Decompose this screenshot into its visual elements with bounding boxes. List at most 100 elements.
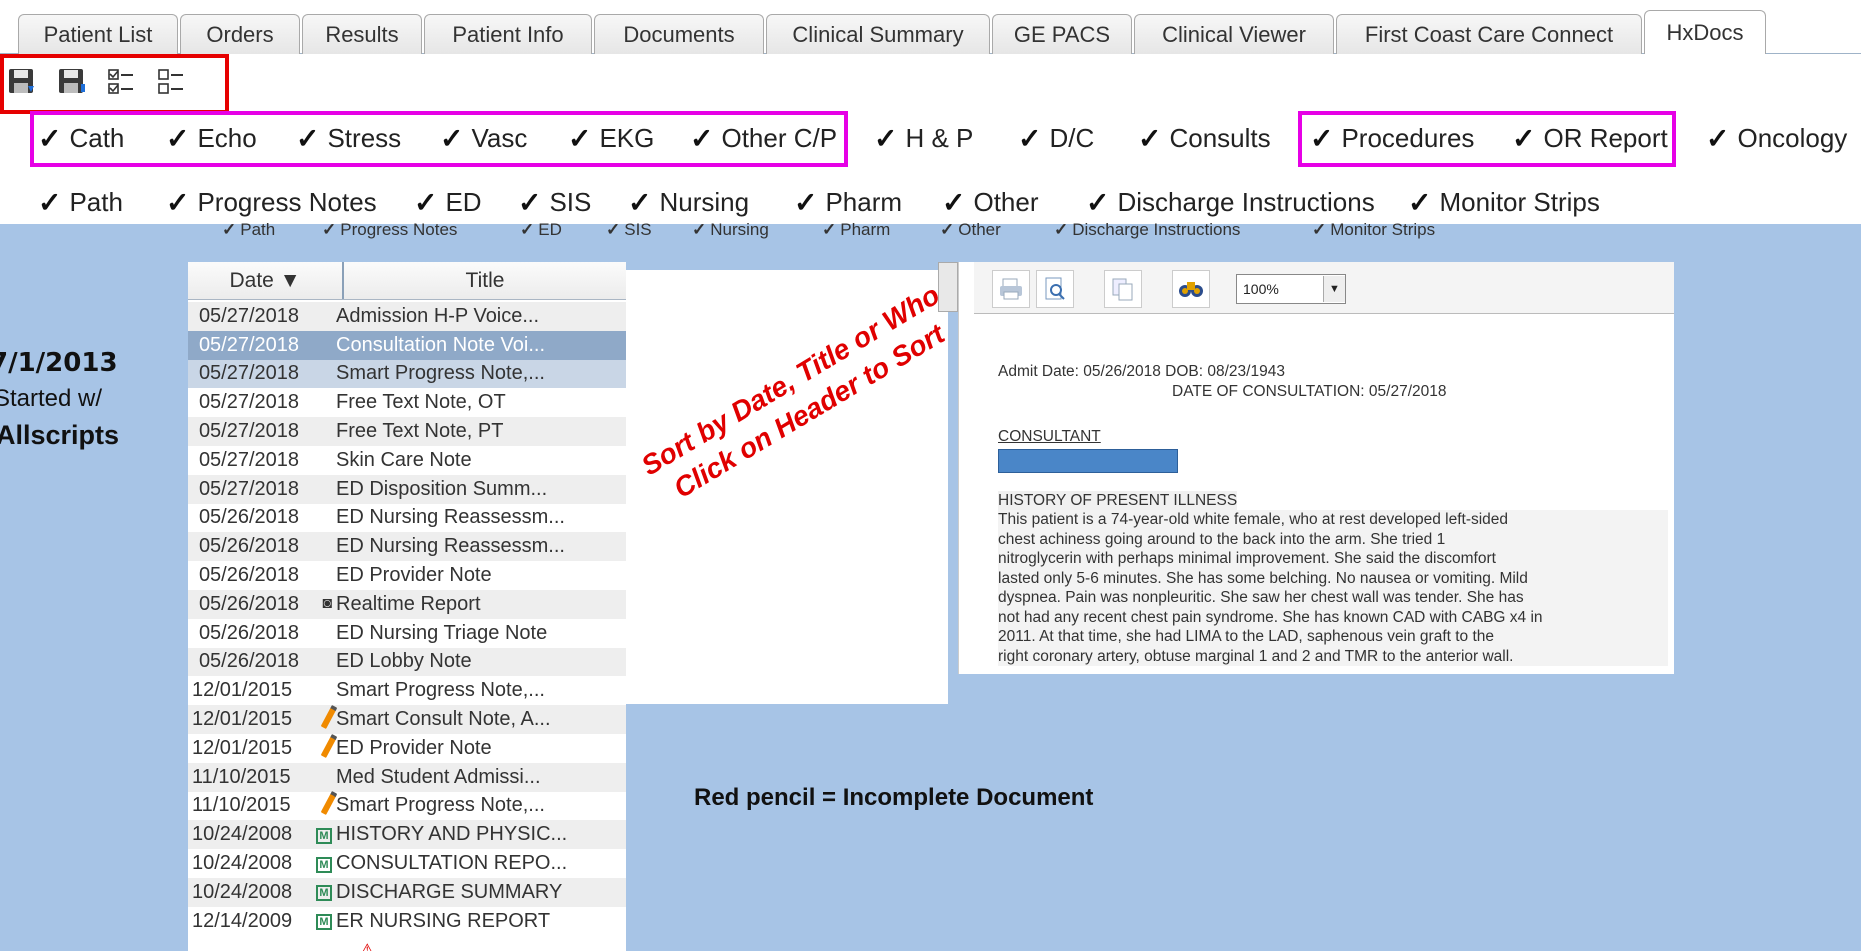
filter-progress-notes[interactable]: ✓ Progress Notes <box>166 186 377 219</box>
filter-other[interactable]: ✓ Other <box>942 186 1039 219</box>
filter-h-and-p[interactable]: ✓ H & P <box>874 122 973 155</box>
document-row[interactable]: 12/01/2015 Smart Consult Note, A... <box>188 705 626 734</box>
document-date: 05/27/2018 <box>198 477 300 500</box>
document-row[interactable]: 12/01/2015 Smart Progress Note,... <box>188 676 626 705</box>
filter-dc[interactable]: ✓ D/C <box>1018 122 1094 155</box>
check-icon: ✓ <box>440 123 464 154</box>
filter-monitor-strips[interactable]: ✓ Monitor Strips <box>1408 186 1600 219</box>
tab-documents[interactable]: Documents <box>594 14 764 54</box>
document-title: Smart Progress Note,... <box>336 679 545 702</box>
document-row[interactable]: 10/24/2008 M HISTORY AND PHYSIC... <box>188 820 626 850</box>
pencil-icon <box>310 733 338 763</box>
document-row[interactable]: 05/26/2018 ED Nursing Triage Note <box>188 619 626 648</box>
small-filter-pharm[interactable]: ✓ Pharm <box>822 220 890 240</box>
document-date: 05/26/2018 <box>198 592 300 615</box>
document-title: Realtime Report <box>336 592 481 615</box>
tab-patient-list[interactable]: Patient List <box>18 14 178 54</box>
tab-ge-pacs[interactable]: GE PACS <box>992 14 1132 54</box>
document-row[interactable]: 05/26/2018 ◙ Realtime Report <box>188 589 626 619</box>
filter-or-report[interactable]: ✓ OR Report <box>1512 122 1668 155</box>
filter-echo[interactable]: ✓ Echo <box>166 122 257 155</box>
tab-clinical-viewer[interactable]: Clinical Viewer <box>1134 14 1334 54</box>
filter-vasc[interactable]: ✓ Vasc <box>440 122 527 155</box>
document-title: ED Provider Note <box>336 564 492 587</box>
small-filter-row: ✓ Path ✓ Progress Notes ✓ ED ✓ SIS ✓ Nursing … <box>0 220 1680 244</box>
check-icon: ✓ <box>822 220 837 239</box>
tab-first-coast-care-connect[interactable]: First Coast Care Connect <box>1336 14 1642 54</box>
filter-pharm[interactable]: ✓ Pharm <box>794 186 902 219</box>
small-filter-path[interactable]: ✓ Path <box>222 220 275 240</box>
filter-path[interactable]: ✓ Path <box>38 186 123 219</box>
check-icon: ✓ <box>38 187 62 218</box>
tab-bar: Patient List Orders Results Patient Info… <box>0 0 1861 55</box>
document-row[interactable]: 12/01/2015 ED Provider Note <box>188 733 626 763</box>
document-row[interactable]: 05/26/2018 ED Provider Note <box>188 561 626 590</box>
document-row[interactable]: 05/26/2018 ED Lobby Note <box>188 647 626 677</box>
filter-cath[interactable]: ✓ Cath <box>38 122 124 155</box>
small-filter-ed[interactable]: ✓ ED <box>520 220 562 240</box>
small-filter-progress-notes[interactable]: ✓ Progress Notes <box>322 220 457 240</box>
document-row[interactable]: 05/27/2018 Admission H-P Voice... <box>188 302 626 331</box>
zoom-select[interactable]: 100% ▼ <box>1236 274 1346 304</box>
filter-consults[interactable]: ✓ Consults <box>1138 122 1271 155</box>
check-icon: ✓ <box>166 123 190 154</box>
tab-orders[interactable]: Orders <box>180 14 300 54</box>
filter-nursing[interactable]: ✓ Nursing <box>628 186 749 219</box>
document-row[interactable]: 12/14/2009 M ER NURSING REPORT <box>188 907 626 936</box>
binoculars-icon[interactable] <box>1172 270 1210 308</box>
filter-procedures[interactable]: ✓ Procedures <box>1310 122 1474 155</box>
document-row[interactable]: 11/10/2015 Med Student Admissi... <box>188 762 626 792</box>
filter-ekg[interactable]: ✓ EKG <box>568 122 654 155</box>
document-row[interactable]: 05/26/2018 ED Nursing Reassessm... <box>188 532 626 562</box>
m-document-icon: M <box>310 855 336 873</box>
small-filter-monitor-strips[interactable]: ✓ Monitor Strips <box>1312 220 1435 240</box>
document-row[interactable]: 05/27/2018 Free Text Note, PT <box>188 417 626 446</box>
document-date: 05/27/2018 <box>198 391 300 414</box>
tab-results[interactable]: Results <box>302 14 422 54</box>
tab-patient-info[interactable]: Patient Info <box>424 14 592 54</box>
check-icon: ✓ <box>628 187 652 218</box>
document-row[interactable]: 05/27/2018 Consultation Note Voi... <box>188 330 626 360</box>
date-column-header[interactable]: Date ▼ <box>188 262 344 299</box>
check-all-icon[interactable] <box>104 64 140 100</box>
copy-icon[interactable] <box>1104 270 1142 308</box>
check-icon: ✓ <box>1312 220 1327 239</box>
document-row[interactable]: 05/26/2018 ED Nursing Reassessm... <box>188 504 626 533</box>
save-icon[interactable] <box>4 64 40 100</box>
document-row[interactable]: 05/27/2018 Smart Progress Note,... <box>188 359 626 389</box>
find-icon[interactable] <box>1036 270 1074 308</box>
document-row[interactable]: 11/10/2015 Smart Progress Note,... <box>188 791 626 821</box>
small-filter-nursing[interactable]: ✓ Nursing <box>692 220 769 240</box>
document-row[interactable]: 10/24/2008 M CONSULTATION REPO... <box>188 849 626 878</box>
filter-oncology[interactable]: ✓ Oncology <box>1706 122 1847 155</box>
tab-hxdocs[interactable]: HxDocs <box>1644 10 1766 55</box>
tab-clinical-summary[interactable]: Clinical Summary <box>766 14 990 54</box>
document-row[interactable]: 05/27/2018 Skin Care Note <box>188 446 626 475</box>
small-filter-discharge-instructions[interactable]: ✓ Discharge Instructions <box>1054 220 1240 240</box>
filter-stress[interactable]: ✓ Stress <box>296 122 401 155</box>
filter-other-cp[interactable]: ✓ Other C/P <box>690 122 837 155</box>
document-list-header: Date ▼ Title <box>188 262 626 300</box>
small-filter-other[interactable]: ✓ Other <box>940 220 1001 240</box>
print-icon[interactable] <box>992 270 1030 308</box>
hpi-heading: HISTORY OF PRESENT ILLNESS <box>998 490 1238 510</box>
title-column-header[interactable]: Title <box>344 262 626 299</box>
save-blue-icon[interactable] <box>54 64 90 100</box>
warning-icon: ⚠ <box>360 942 375 951</box>
document-date: 12/14/2009 <box>192 909 293 932</box>
document-row[interactable]: 10/24/2008 M DISCHARGE SUMMARY <box>188 877 626 907</box>
consultation-date-line: DATE OF CONSULTATION: 05/27/2018 <box>1172 382 1447 400</box>
small-filter-sis[interactable]: ✓ SIS <box>606 220 652 240</box>
filter-ed[interactable]: ✓ ED <box>414 186 482 219</box>
uncheck-all-icon[interactable] <box>154 64 190 100</box>
filter-discharge-instructions[interactable]: ✓ Discharge Instructions <box>1086 186 1375 219</box>
document-row[interactable]: 05/27/2018 ED Disposition Summ... <box>188 474 626 504</box>
filter-sis[interactable]: ✓ SIS <box>518 186 591 219</box>
document-title: Med Student Admissi... <box>336 765 541 788</box>
allscripts-start-date: 7/1/2013 <box>0 348 118 378</box>
check-icon: ✓ <box>1408 187 1432 218</box>
viewer-toolbar: 100% ▼ <box>974 262 1674 314</box>
document-content: Admit Date: 05/26/2018 DOB: 08/23/1943 D… <box>998 362 1668 666</box>
document-row[interactable]: 05/27/2018 Free Text Note, OT <box>188 388 626 417</box>
camera-icon: ◙ <box>322 595 332 613</box>
